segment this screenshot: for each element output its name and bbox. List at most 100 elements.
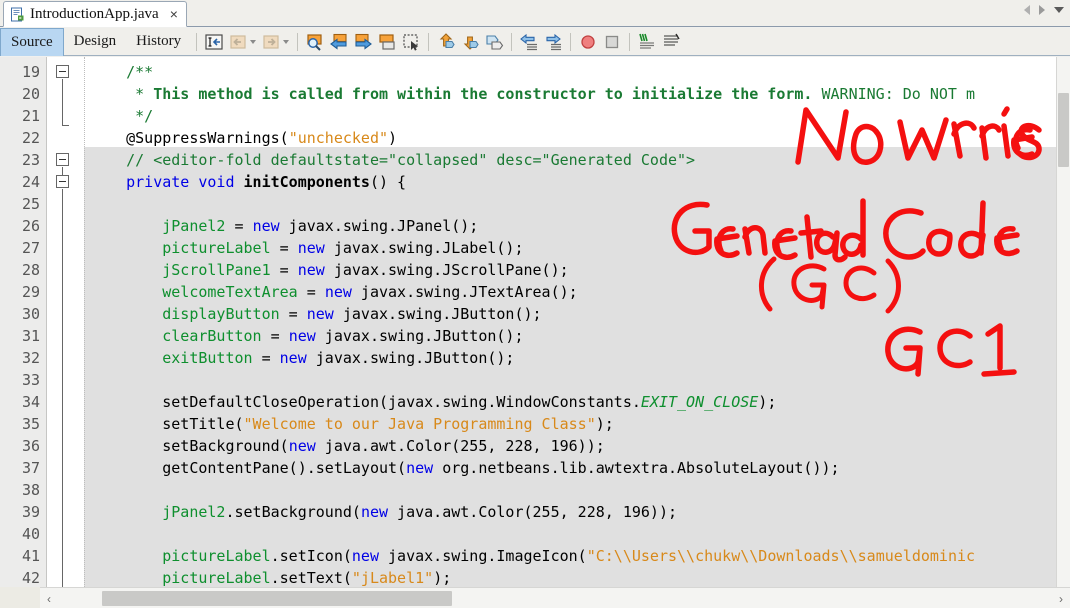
line-number: 27 (21, 239, 40, 257)
shift-line-left-icon[interactable] (518, 31, 540, 53)
line-number: 23 (21, 151, 40, 169)
code-text-area[interactable]: /** * This method is called from within … (84, 57, 1056, 587)
fold-toggle-icon[interactable] (56, 153, 69, 166)
tab-history[interactable]: History (126, 28, 191, 56)
toolbar-separator (629, 32, 631, 51)
code-line: setBackground(new java.awt.Color(255, 22… (90, 437, 605, 455)
line-number: 42 (21, 569, 40, 587)
find-selection-icon[interactable] (304, 31, 326, 53)
tab-list-dropdown-icon[interactable] (1054, 7, 1064, 13)
scroll-left-icon[interactable]: ‹ (42, 591, 56, 606)
tab-source[interactable]: Source (0, 27, 64, 56)
code-line: getContentPane().setLayout(new org.netbe… (90, 459, 840, 477)
line-number: 36 (21, 437, 40, 455)
line-number: 24 (21, 173, 40, 191)
editor-tab-bar: IntroductionApp.java × (0, 0, 1070, 27)
tab-source-label: Source (11, 33, 53, 50)
line-number: 21 (21, 107, 40, 125)
code-editor[interactable]: /** * This method is called from within … (0, 57, 1070, 587)
tab-design-label: Design (73, 33, 117, 49)
fold-connector (62, 167, 63, 175)
toolbar-separator (297, 32, 299, 51)
code-line: exitButton = new javax.swing.JButton(); (162, 349, 515, 367)
editor-toolbar: Source Design History (0, 27, 1070, 56)
stop-macro-recording-icon[interactable] (601, 31, 623, 53)
toolbar-separator (428, 32, 430, 51)
netbeans-editor-window: IntroductionApp.java × Source Design His… (0, 0, 1070, 608)
line-number: 39 (21, 503, 40, 521)
tab-design[interactable]: Design (64, 28, 127, 56)
code-line: jPanel2 = new javax.swing.JPanel(); (162, 217, 479, 235)
previous-bookmark-icon[interactable] (435, 31, 457, 53)
line-number: 29 (21, 283, 40, 301)
line-number: 32 (21, 349, 40, 367)
horizontal-scrollbar[interactable]: ‹ › (40, 587, 1070, 608)
code-line: jScrollPane1 = new javax.swing.JScrollPa… (162, 261, 569, 279)
toggle-bookmark-icon[interactable] (483, 31, 505, 53)
fold-toggle-icon[interactable] (56, 175, 69, 188)
find-previous-icon[interactable] (328, 31, 350, 53)
vertical-scrollbar[interactable] (1056, 57, 1070, 587)
last-edit-position-icon[interactable] (203, 31, 225, 53)
code-line: @SuppressWarnings("unchecked") (90, 129, 398, 147)
editor-tab-title: IntroductionApp.java (30, 5, 159, 22)
toolbar-separator (570, 32, 572, 51)
close-icon[interactable]: × (164, 6, 178, 22)
next-bookmark-icon[interactable] (459, 31, 481, 53)
find-next-icon[interactable] (352, 31, 374, 53)
code-line: /** (126, 63, 154, 81)
fold-connector-end (62, 125, 69, 126)
scroll-right-icon[interactable]: › (1054, 591, 1068, 606)
code-line: jPanel2.setBackground(new java.awt.Color… (162, 503, 678, 521)
editor-tab-introductionapp[interactable]: IntroductionApp.java × (3, 1, 187, 27)
scrollbar-corner (0, 587, 40, 608)
line-number: 41 (21, 547, 40, 565)
forward-dropdown-icon[interactable] (283, 39, 290, 44)
code-line: * This method is called from within the … (90, 85, 976, 103)
code-line: clearButton = new javax.swing.JButton(); (162, 327, 524, 345)
scroll-tabs-left-icon[interactable] (1024, 5, 1030, 15)
code-line: displayButton = new javax.swing.JButton(… (162, 305, 542, 323)
toolbar-separator (196, 32, 198, 51)
tab-history-label: History (136, 33, 182, 49)
code-line: setTitle("Welcome to our Java Programmin… (90, 415, 614, 433)
code-line: */ (90, 107, 154, 125)
line-number: 20 (21, 85, 40, 103)
uncomment-icon[interactable] (660, 31, 682, 53)
line-number: 38 (21, 481, 40, 499)
shift-line-right-icon[interactable] (542, 31, 564, 53)
line-number: 37 (21, 459, 40, 477)
line-number: 40 (21, 525, 40, 543)
fold-connector (62, 189, 63, 587)
tab-navigation (1024, 5, 1064, 15)
scroll-tabs-right-icon[interactable] (1039, 5, 1045, 15)
horizontal-scrollbar-thumb[interactable] (102, 591, 452, 606)
back-icon[interactable] (227, 31, 249, 53)
comment-icon[interactable] (636, 31, 658, 53)
vertical-scrollbar-thumb[interactable] (1058, 93, 1069, 167)
back-dropdown-icon[interactable] (250, 39, 257, 44)
line-number: 35 (21, 415, 40, 433)
forward-icon[interactable] (260, 31, 282, 53)
toggle-highlight-search-icon[interactable] (376, 31, 398, 53)
code-line: private void initComponents() { (126, 173, 407, 191)
code-line: // <editor-fold defaultstate="collapsed"… (90, 151, 696, 169)
java-file-icon (10, 7, 25, 22)
line-number: 26 (21, 217, 40, 235)
code-line: pictureLabel.setIcon(new javax.swing.Ima… (162, 547, 976, 565)
line-number: 30 (21, 305, 40, 323)
fold-toggle-icon[interactable] (56, 65, 69, 78)
line-number: 33 (21, 371, 40, 389)
code-line: pictureLabel = new javax.swing.JLabel(); (162, 239, 524, 257)
toggle-rectangular-selection-icon[interactable] (400, 31, 422, 53)
fold-connector (62, 79, 63, 125)
line-number-gutter: 19 20 21 22 23 24 25 26 27 28 29 30 31 32 33 34 35 36 37 38… (0, 57, 47, 587)
line-number: 31 (21, 327, 40, 345)
start-macro-recording-icon[interactable] (577, 31, 599, 53)
code-line: welcomeTextArea = new javax.swing.JTextA… (162, 283, 578, 301)
toolbar-separator (511, 32, 513, 51)
